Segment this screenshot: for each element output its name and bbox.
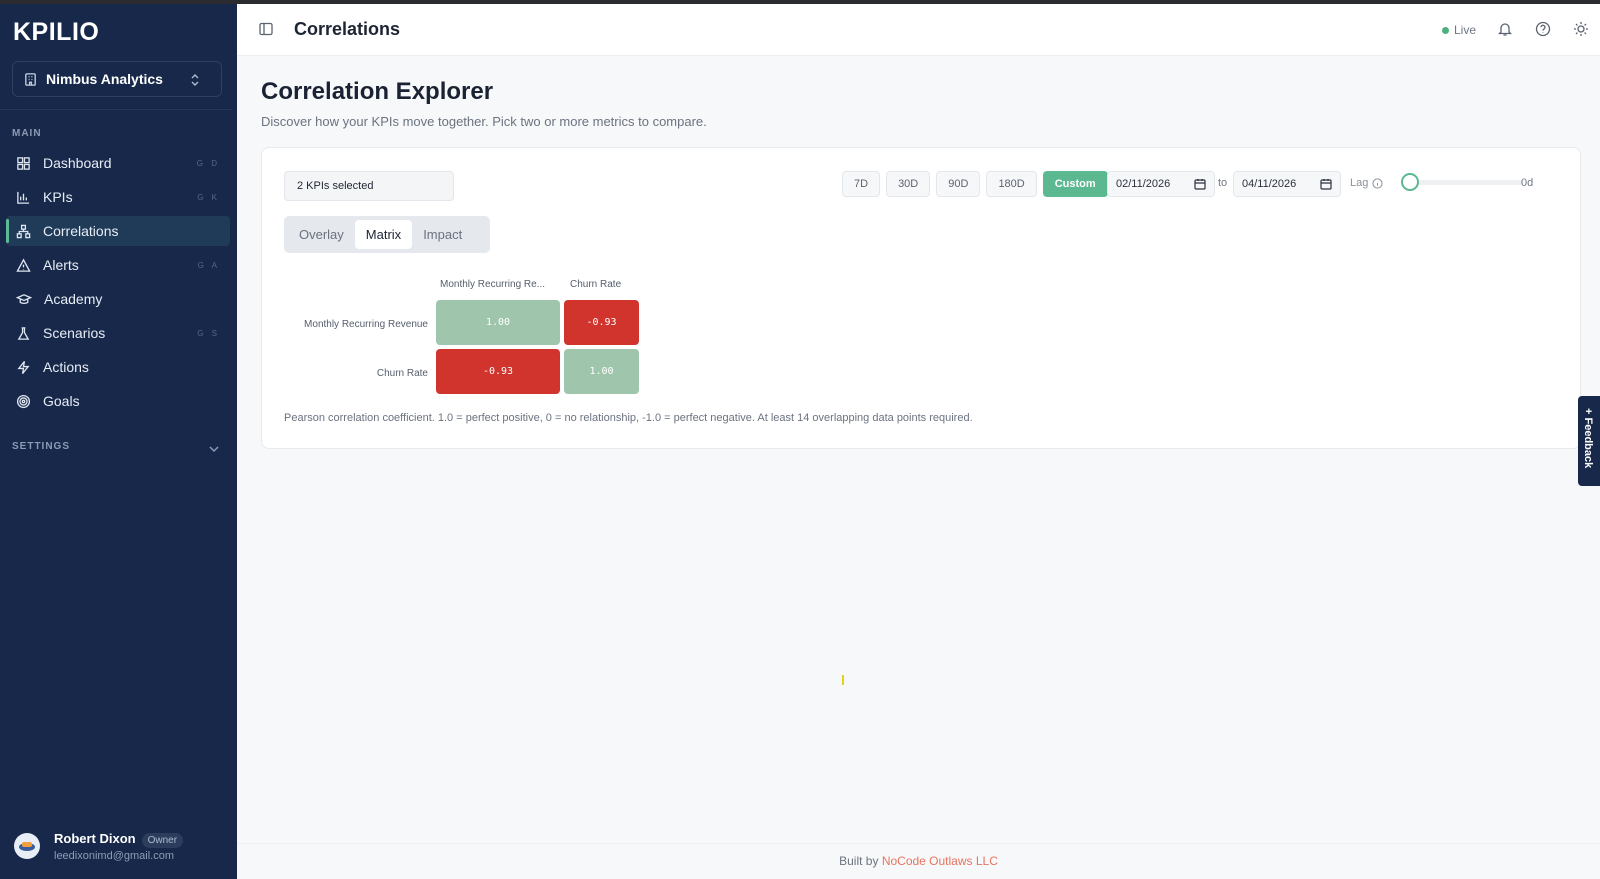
chevron-up-down-icon (191, 74, 199, 86)
matrix-cell[interactable]: -0.93 (564, 300, 639, 345)
kpilio-logo[interactable]: KPILIO (13, 18, 99, 47)
page-heading: Correlation Explorer (261, 78, 494, 105)
top-header: Correlations Live (237, 4, 1600, 56)
sidebar-item-correlations[interactable]: Correlations (6, 216, 230, 246)
calendar-icon[interactable] (1194, 178, 1206, 190)
range-180d-button[interactable]: 180D (986, 171, 1037, 197)
calendar-icon[interactable] (1320, 178, 1332, 190)
mouse-cursor (842, 675, 844, 685)
shortcut-hint: G K (197, 192, 220, 202)
role-badge: Owner (141, 833, 184, 848)
shortcut-hint: G A (197, 260, 220, 270)
sidebar-item-label: Actions (43, 359, 89, 375)
info-icon[interactable] (1372, 177, 1383, 189)
lag-label: Lag (1350, 177, 1383, 189)
sidebar-toggle-icon[interactable] (259, 22, 273, 36)
org-switcher[interactable]: Nimbus Analytics (12, 61, 222, 97)
shortcut-hint: G S (197, 328, 220, 338)
sidebar-item-scenarios[interactable]: Scenarios G S (6, 318, 230, 348)
network-icon (16, 224, 31, 238)
matrix-row-header: Churn Rate (376, 368, 428, 379)
sidebar-item-actions[interactable]: Actions (6, 352, 230, 382)
matrix-footnote: Pearson correlation coefficient. 1.0 = p… (284, 412, 973, 424)
matrix-cell[interactable]: -0.93 (436, 349, 560, 394)
lightning-icon (17, 360, 30, 374)
lag-slider-track[interactable] (1411, 180, 1523, 185)
sidebar-item-label: Alerts (43, 257, 79, 273)
avatar (14, 833, 40, 859)
sidebar-item-label: Goals (43, 393, 80, 409)
footer-prefix: Built by (839, 854, 879, 868)
matrix-column-header: Churn Rate (570, 279, 622, 290)
lag-slider-thumb[interactable] (1401, 173, 1419, 191)
range-custom-button[interactable]: Custom (1042, 171, 1108, 197)
main-nav: Dashboard G D KPIs G K Correlations Aler… (6, 148, 230, 420)
sidebar-divider (0, 109, 232, 110)
chevron-down-icon[interactable] (208, 444, 220, 454)
sidebar-item-alerts[interactable]: Alerts G A (6, 250, 230, 280)
tab-overlay[interactable]: Overlay (288, 220, 355, 249)
graduation-cap-icon (16, 293, 32, 304)
kpi-select[interactable]: 2 KPIs selected (284, 171, 454, 201)
sidebar-item-label: Correlations (43, 223, 119, 239)
feedback-tab[interactable]: + Feedback (1578, 396, 1600, 486)
matrix-cell[interactable]: 1.00 (564, 349, 639, 394)
target-icon (16, 394, 31, 408)
sidebar-item-kpis[interactable]: KPIs G K (6, 182, 230, 212)
user-email: leedixonimd@gmail.com (54, 850, 174, 862)
sidebar-item-label: Academy (44, 291, 103, 307)
live-status: Live (1442, 23, 1476, 37)
matrix-row-header: Monthly Recurring Revenue (304, 319, 428, 330)
sidebar-item-label: KPIs (43, 189, 73, 205)
footer: Built by NoCode Outlaws LLC (237, 843, 1600, 879)
view-tabs: Overlay Matrix Impact (284, 216, 490, 253)
sidebar-item-label: Scenarios (43, 325, 106, 341)
range-7d-button[interactable]: 7D (842, 171, 881, 197)
correlation-card: 2 KPIs selected 7D 30D 90D 180D Custom 0… (261, 147, 1581, 449)
date-from-input[interactable]: 02/11/2026 (1107, 171, 1215, 197)
tab-matrix[interactable]: Matrix (354, 220, 413, 249)
date-range-to-label: to (1218, 177, 1228, 189)
settings-section-label[interactable]: SETTINGS (12, 441, 70, 452)
bar-chart-icon (17, 191, 30, 204)
sidebar-item-label: Dashboard (43, 155, 112, 171)
matrix-cell[interactable]: 1.00 (436, 300, 560, 345)
user-name: Robert Dixon (54, 831, 136, 846)
tab-impact[interactable]: Impact (412, 220, 473, 249)
sidebar-item-academy[interactable]: Academy (6, 284, 230, 314)
main-section-label: MAIN (12, 128, 42, 139)
lag-value: 0d (1521, 177, 1534, 189)
org-name: Nimbus Analytics (46, 71, 163, 87)
range-30d-button[interactable]: 30D (886, 171, 931, 197)
shortcut-hint: G D (196, 158, 220, 168)
footer-link[interactable]: NoCode Outlaws LLC (882, 854, 998, 868)
sidebar-item-goals[interactable]: Goals (6, 386, 230, 416)
lag-slider[interactable] (1401, 172, 1526, 192)
date-to-input[interactable]: 04/11/2026 (1233, 171, 1341, 197)
flask-icon (17, 326, 30, 340)
feedback-label: + Feedback (1582, 408, 1594, 469)
user-profile[interactable]: Robert Dixon Owner leedixonimd@gmail.com (14, 830, 184, 862)
sun-theme-icon[interactable] (1573, 21, 1589, 37)
sidebar: KPILIO Nimbus Analytics MAIN Dashboard G… (0, 4, 237, 879)
bell-icon[interactable] (1497, 21, 1513, 37)
help-icon[interactable] (1535, 21, 1551, 37)
sidebar-item-dashboard[interactable]: Dashboard G D (6, 148, 230, 178)
range-90d-button[interactable]: 90D (936, 171, 981, 197)
range-buttons: 7D 30D 90D 180D Custom (842, 171, 1114, 197)
user-avatar-icon (19, 842, 35, 851)
dashboard-icon (17, 156, 30, 170)
page-subtitle: Discover how your KPIs move together. Pi… (261, 114, 707, 129)
page-title: Correlations (294, 19, 401, 39)
building-icon (25, 72, 36, 86)
matrix-column-header: Monthly Recurring Re... (440, 279, 546, 290)
warning-icon (16, 257, 31, 272)
live-dot-icon (1442, 26, 1449, 34)
